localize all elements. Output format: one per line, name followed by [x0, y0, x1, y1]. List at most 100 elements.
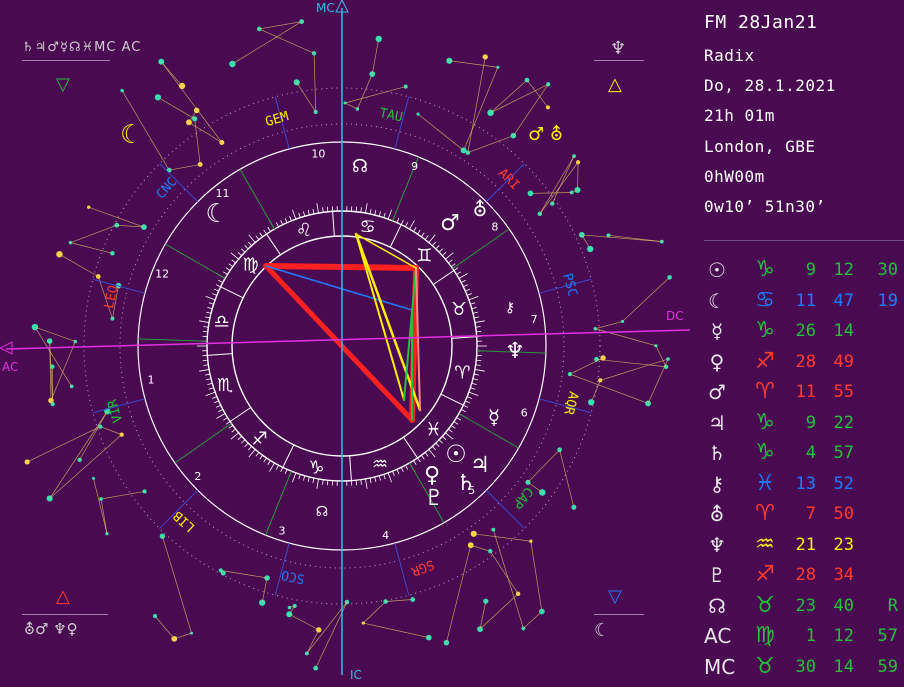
degree-tick [248, 242, 251, 246]
star [120, 433, 124, 437]
degree-tick [260, 233, 263, 237]
inner-sign-glyph: ♑ [308, 457, 324, 478]
constellation-line [386, 600, 413, 602]
degree-tick [429, 235, 435, 243]
position-row-ascendant: AC♍11257 [704, 620, 904, 650]
star [110, 317, 114, 321]
chart-area: ♑♒♓♈♉♊♋♌♍♎♏♐ ☾☊♂⛢⚷♆☿☉♃♄♀♇☊ MC IC AC DC A… [0, 0, 700, 683]
star [477, 626, 483, 632]
position-minutes: 49 [824, 352, 854, 372]
star [316, 627, 321, 632]
degree-tick [414, 227, 417, 231]
degree-tick [405, 465, 407, 469]
degree-tick [313, 478, 314, 483]
star [645, 401, 651, 407]
chart-type: Radix [704, 46, 755, 65]
info-panel: FM 28Jan21 Radix Do, 28.1.2021 21h 01m L… [704, 0, 904, 683]
house-number: 1 [147, 374, 154, 387]
position-degrees: 9 [786, 413, 816, 433]
corner-top-left-triangle-icon: ▽ [56, 74, 70, 95]
venus-glyph: ♀ [424, 463, 440, 488]
degree-tick [432, 446, 435, 450]
position-degrees: 21 [786, 535, 816, 555]
saturn-icon: ♄ [704, 441, 730, 465]
mars-glyph: ♂ [440, 211, 460, 236]
corner-bottom-right-divider [594, 614, 644, 615]
uranus-icon: ⛢ [704, 502, 730, 526]
degree-tick [417, 458, 420, 462]
position-row-neptune: ♆♒2123 [704, 529, 904, 559]
position-row-moon: ☾♋114719 [704, 285, 904, 315]
sign-icon: ♈ [748, 501, 782, 526]
degree-tick [375, 210, 376, 215]
chart-time: 21h 01m [704, 106, 775, 125]
south-node-glyph: ☊ [316, 504, 328, 520]
constellation-line [162, 536, 191, 633]
constellation-line [363, 623, 429, 638]
degree-tick [241, 249, 245, 252]
outer-sign-label: VIR [105, 397, 126, 424]
constellation-line [70, 243, 112, 254]
degree-tick [323, 207, 324, 212]
star [153, 614, 157, 618]
degree-tick [206, 312, 211, 313]
degree-tick [384, 213, 386, 218]
degree-tick [238, 252, 242, 255]
degree-tick [308, 210, 309, 215]
corner-top-right-neptune-icon: ♆ [610, 38, 626, 59]
degree-tick [476, 360, 481, 361]
degree-tick [212, 397, 217, 399]
degree-tick [401, 220, 403, 224]
corner-top-right-divider [594, 60, 644, 61]
constellation-line [363, 602, 385, 624]
constellation-line [446, 545, 470, 642]
position-minutes: 34 [824, 565, 854, 585]
degree-tick [361, 207, 362, 212]
degree-tick [205, 374, 210, 375]
degree-tick [436, 443, 439, 447]
sign-icon: ♉ [748, 654, 782, 679]
degree-tick [442, 252, 446, 255]
house-number: 2 [194, 470, 201, 483]
sign-icon: ♑ [748, 410, 782, 435]
degree-tick [209, 303, 214, 305]
position-degrees: 28 [786, 352, 816, 372]
degree-tick [245, 443, 248, 447]
degree-tick [451, 425, 455, 428]
outer-sign-label: SGR [409, 556, 436, 578]
midheaven-icon: MC [704, 655, 730, 679]
constellation-line [493, 530, 523, 629]
degree-tick [448, 260, 452, 263]
degree-tick [356, 480, 357, 485]
degree-tick [212, 294, 217, 296]
sign-icon: ♑ [748, 257, 782, 282]
position-row-midheaven: MC♉301459 [704, 651, 904, 681]
degree-tick [270, 463, 275, 472]
ic-label: IC [350, 668, 362, 682]
house-number: 11 [216, 187, 230, 200]
constellation-line [528, 450, 560, 483]
degree-tick [241, 440, 245, 443]
constellation-line [70, 225, 116, 242]
degree-tick [476, 331, 481, 332]
outer-sign-label: GEM [264, 109, 291, 130]
mercury-glyph: ☿ [488, 405, 500, 429]
degree-tick [260, 455, 263, 459]
constellation-line [307, 630, 319, 654]
degree-tick [425, 236, 428, 240]
inner-sign-glyph: ♎ [214, 311, 230, 332]
degree-tick [474, 374, 479, 375]
star [588, 399, 594, 405]
constellation-line [560, 450, 574, 508]
constellation-line [101, 491, 145, 499]
position-minutes: 57 [824, 443, 854, 463]
degree-tick [303, 211, 304, 216]
star [546, 105, 550, 109]
house-number: 10 [311, 147, 325, 160]
degree-tick [249, 449, 255, 457]
degree-tick [473, 379, 478, 380]
degree-tick [474, 317, 479, 318]
inner-sign-glyph: ♓ [425, 419, 441, 440]
degree-tick [226, 421, 230, 424]
position-minutes: 52 [824, 474, 854, 494]
